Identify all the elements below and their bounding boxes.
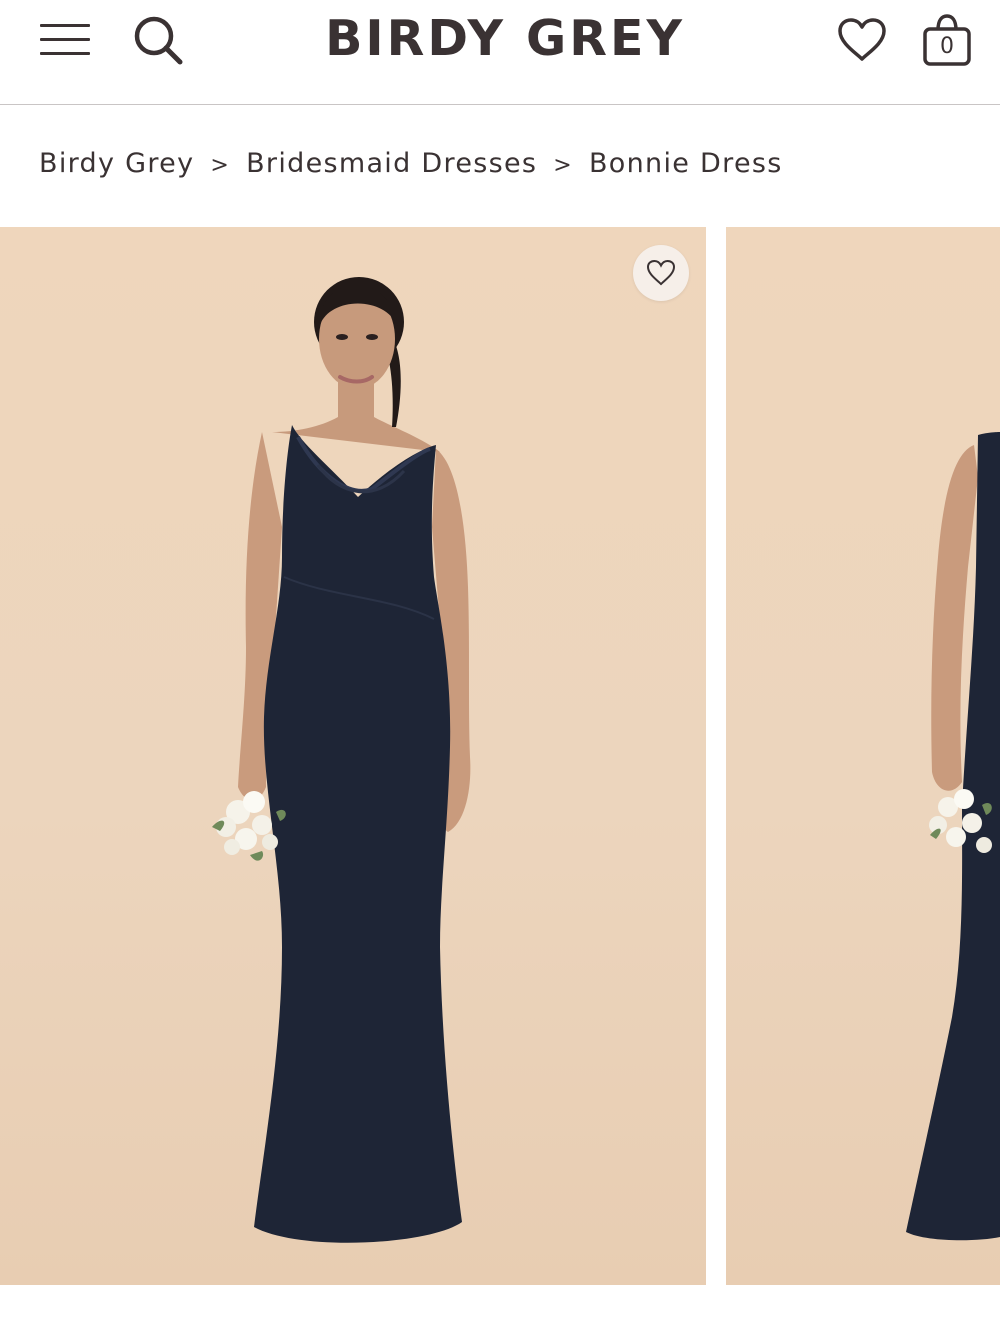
breadcrumb-separator: >: [553, 153, 573, 178]
model-illustration-side: [906, 432, 1000, 1241]
shopping-bag-icon[interactable]: 0: [920, 12, 974, 68]
breadcrumb-current: Bonnie Dress: [588, 148, 783, 179]
product-image-front[interactable]: [0, 227, 706, 1285]
site-header: BIRDY GREY 0: [0, 0, 1000, 105]
breadcrumb-link-home[interactable]: Birdy Grey: [39, 148, 194, 179]
cart-count-badge: 0: [940, 34, 954, 59]
model-illustration-front: [212, 277, 471, 1243]
product-gallery[interactable]: [0, 227, 1000, 1285]
favorite-heart-icon[interactable]: [633, 245, 689, 301]
product-image-side[interactable]: [726, 227, 1000, 1285]
wishlist-heart-icon[interactable]: [836, 16, 888, 64]
breadcrumb: Birdy Grey > Bridesmaid Dresses > Bonnie Dre…: [39, 148, 783, 179]
breadcrumb-separator: >: [210, 153, 231, 178]
breadcrumb-link-category[interactable]: Bridesmaid Dresses: [246, 148, 537, 179]
